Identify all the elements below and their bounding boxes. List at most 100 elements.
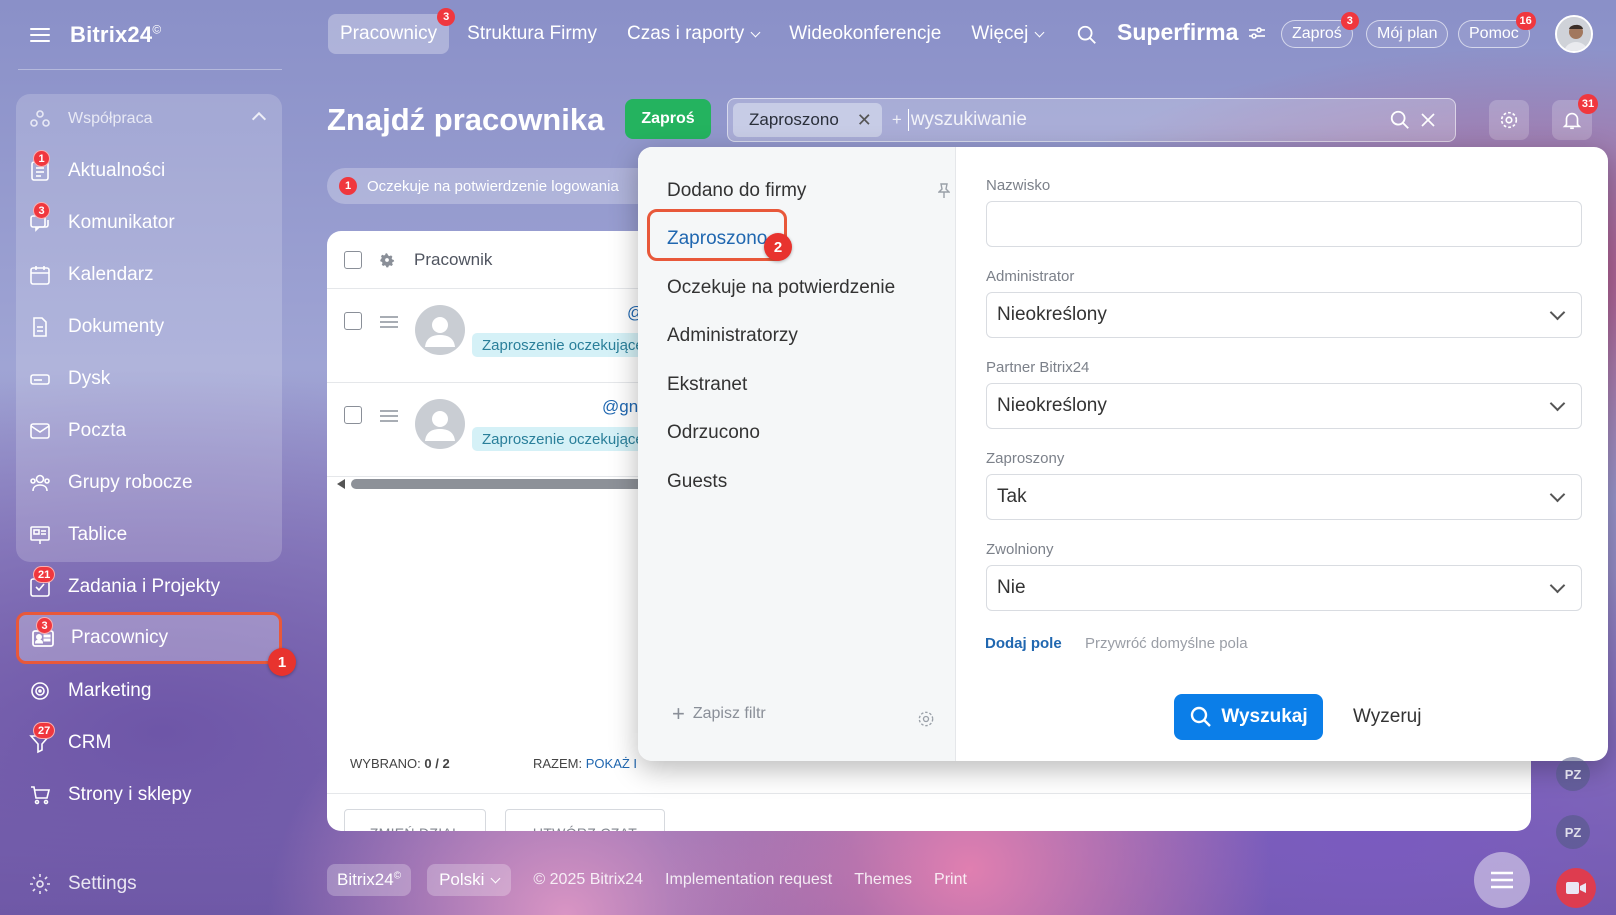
logo-row: Bitrix24© xyxy=(30,22,161,48)
reset-button[interactable]: Wyzeruj xyxy=(1353,706,1421,728)
page-settings-button[interactable] xyxy=(1489,100,1529,140)
sidebar-item-messenger[interactable]: 3 Komunikator xyxy=(16,201,282,245)
footer-link-implementation[interactable]: Implementation request xyxy=(665,871,832,889)
my-plan-button[interactable]: Mój plan xyxy=(1366,20,1449,48)
language-select[interactable]: Polski xyxy=(427,864,512,896)
chevron-down-icon xyxy=(1034,27,1045,37)
gear-icon xyxy=(30,874,50,894)
preset-rejected[interactable]: Odrzucono xyxy=(667,422,760,444)
sidebar-item-news[interactable]: 1 Aktualności xyxy=(16,149,282,193)
sidebar-item-mail[interactable]: Poczta xyxy=(16,409,282,453)
row-checkbox[interactable] xyxy=(344,312,362,330)
row-checkbox[interactable] xyxy=(344,406,362,424)
preset-administrators[interactable]: Administratorzy xyxy=(667,325,798,347)
sidebar-item-label: Komunikator xyxy=(68,212,175,233)
filter-chip[interactable]: Zaproszono ✕ xyxy=(733,103,882,137)
invite-button[interactable]: Zaproś xyxy=(625,99,711,139)
menu-icon[interactable] xyxy=(30,28,50,42)
tab-more[interactable]: Więcej xyxy=(959,14,1055,54)
close-icon[interactable]: ✕ xyxy=(857,110,872,131)
search-icon[interactable] xyxy=(1389,109,1411,131)
create-chat-button[interactable]: UTWÓRZ CZAT xyxy=(505,809,665,831)
chevron-down-icon xyxy=(750,27,761,37)
footer-link-themes[interactable]: Themes xyxy=(854,871,912,889)
filter-search-box[interactable]: Zaproszono ✕ + wyszukiwanie xyxy=(727,98,1456,142)
sidebar-item-label: Kalendarz xyxy=(68,264,154,285)
scroll-left-icon[interactable] xyxy=(337,479,345,489)
partner-select[interactable]: Nieokreślony xyxy=(986,383,1582,429)
company-name[interactable]: Superfirma xyxy=(1117,19,1266,46)
chat-fab-button[interactable] xyxy=(1474,852,1530,908)
footer-logo[interactable]: Bitrix24© xyxy=(327,864,412,896)
preset-added-to-company[interactable]: Dodano do firmy xyxy=(667,180,806,202)
sidebar-divider xyxy=(18,69,282,70)
user-email[interactable]: @gn xyxy=(602,397,638,417)
sidebar-item-tasks[interactable]: 21 Zadania i Projekty xyxy=(16,565,282,609)
tab-label: Więcej xyxy=(971,23,1029,44)
tab-time-reports[interactable]: Czas i raporty xyxy=(615,14,771,54)
sidebar-item-crm[interactable]: 27 CRM xyxy=(16,721,282,765)
field-label-administrator: Administrator xyxy=(986,268,1075,285)
chevron-up-icon[interactable] xyxy=(251,111,267,127)
video-call-button[interactable] xyxy=(1556,868,1596,908)
login-confirmation-notice[interactable]: 1 Oczekuje na potwierdzenie logowania xyxy=(327,168,667,204)
select-all-checkbox[interactable] xyxy=(344,251,362,269)
pin-icon[interactable] xyxy=(937,183,951,204)
restore-default-fields-link[interactable]: Przywróć domyślne pola xyxy=(1085,635,1248,652)
top-invite-button[interactable]: Zaproś 3 xyxy=(1281,12,1359,48)
add-field-link[interactable]: Dodaj pole xyxy=(985,635,1062,652)
surname-input[interactable] xyxy=(986,201,1582,247)
change-department-button[interactable]: ZMIEŃ DZIAŁ xyxy=(344,809,486,831)
chevron-down-icon xyxy=(1549,486,1566,503)
tab-videoconferences[interactable]: Wideokonferencje xyxy=(777,14,953,54)
filter-settings-icon[interactable] xyxy=(916,709,936,734)
horizontal-scrollbar[interactable] xyxy=(337,478,657,490)
administrator-select[interactable]: Nieokreślony xyxy=(986,292,1582,338)
dismissed-select[interactable]: Nie xyxy=(986,565,1582,611)
notifications-button[interactable]: 31 xyxy=(1552,94,1598,140)
sidebar-item-disk[interactable]: Dysk xyxy=(16,357,282,401)
tab-employees[interactable]: Pracownicy 3 xyxy=(328,8,456,54)
sidebar-item-marketing[interactable]: Marketing xyxy=(16,669,282,713)
rail-avatar[interactable]: PZ xyxy=(1556,757,1590,791)
search-input[interactable]: wyszukiwanie xyxy=(907,109,1027,131)
invited-select[interactable]: Tak xyxy=(986,474,1582,520)
sidebar-item-boards[interactable]: Tablice xyxy=(16,513,282,557)
search-icon[interactable] xyxy=(1076,24,1098,51)
select-value: Nie xyxy=(997,577,1026,598)
sidebar-item-documents[interactable]: Dokumenty xyxy=(16,305,282,349)
sidebar-settings[interactable]: Settings xyxy=(28,872,137,896)
show-total-link[interactable]: POKAŻ I xyxy=(586,756,637,771)
clear-icon[interactable] xyxy=(1419,111,1437,129)
sidebar-item-label: Grupy robocze xyxy=(68,472,193,493)
preset-guests[interactable]: Guests xyxy=(667,471,727,493)
pill-label: Mój plan xyxy=(1377,25,1438,42)
search-button[interactable]: Wyszukaj xyxy=(1174,694,1323,740)
tab-badge: 3 xyxy=(437,8,456,26)
sidebar-item-employees[interactable]: 3 Pracownicy xyxy=(16,612,282,664)
drag-handle-icon[interactable] xyxy=(380,410,398,422)
preset-awaiting-confirmation[interactable]: Oczekuje na potwierdzenie xyxy=(667,277,895,299)
footer-divider xyxy=(327,793,1531,794)
sidebar-item-workgroups[interactable]: Grupy robocze xyxy=(16,461,282,505)
sidebar-item-sites[interactable]: Strony i sklepy xyxy=(16,773,282,817)
drag-handle-icon[interactable] xyxy=(380,316,398,328)
column-settings-icon[interactable] xyxy=(378,251,396,274)
save-filter-button[interactable]: + Zapisz filtr xyxy=(672,703,766,725)
column-header-employee[interactable]: Pracownik xyxy=(414,250,492,270)
tab-company-structure[interactable]: Struktura Firmy xyxy=(455,14,609,54)
add-filter-plus[interactable]: + xyxy=(892,110,902,130)
sidebar-item-calendar[interactable]: Kalendarz xyxy=(16,253,282,297)
preset-invited[interactable]: Zaproszono xyxy=(667,228,767,250)
user-avatar[interactable] xyxy=(1555,15,1593,53)
footer-logo-mark: © xyxy=(393,870,402,882)
pill-label: Zaproś xyxy=(1292,25,1342,42)
help-button[interactable]: Pomoc 16 xyxy=(1458,12,1536,48)
app-logo[interactable]: Bitrix24© xyxy=(70,22,161,48)
sidebar-section-collaboration[interactable]: Współpraca xyxy=(16,97,282,141)
sidebar-item-label: Dokumenty xyxy=(68,316,165,337)
preset-extranet[interactable]: Ekstranet xyxy=(667,374,747,396)
scroll-thumb[interactable] xyxy=(351,479,651,489)
rail-avatar[interactable]: PZ xyxy=(1556,815,1590,849)
footer-link-print[interactable]: Print xyxy=(934,871,967,889)
